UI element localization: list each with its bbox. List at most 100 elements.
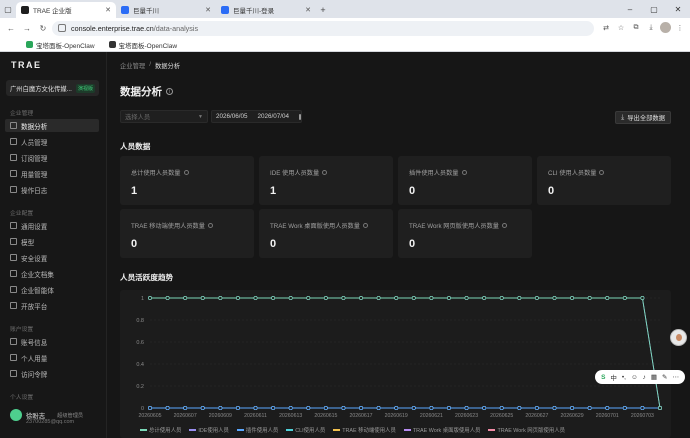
info-icon[interactable]	[183, 170, 189, 175]
data-point	[253, 406, 258, 410]
section-label: 账户设置	[10, 327, 34, 333]
ime-mic-icon[interactable]: ♪	[643, 374, 646, 381]
data-point	[306, 406, 311, 410]
ime-punct-icon[interactable]: •,	[622, 374, 626, 381]
ime-logo-icon[interactable]: S	[601, 374, 605, 381]
info-icon[interactable]	[207, 223, 213, 228]
browser-tab[interactable]: TRAE 企业版 ✕	[16, 2, 116, 18]
sidebar-item-docs[interactable]: 企业文档集	[5, 267, 99, 280]
data-point	[622, 296, 627, 300]
url-field[interactable]: console.enterprise.trae.cn/data-analysis	[52, 20, 594, 36]
extensions-icon[interactable]: ⧉	[630, 22, 642, 34]
sidebar-item-subscription[interactable]: 订阅管理	[5, 151, 99, 164]
legend-item[interactable]: CLI使用人员	[286, 426, 325, 434]
plan-badge: 演视版	[75, 83, 95, 93]
x-tick-label: 20260619	[385, 413, 408, 419]
site-info-icon[interactable]	[58, 24, 66, 32]
data-point	[323, 296, 328, 300]
data-point	[587, 296, 592, 300]
info-icon[interactable]	[599, 170, 605, 175]
legend-label: 插件使用人员	[245, 428, 279, 434]
close-window-icon[interactable]: ✕	[666, 0, 690, 18]
profile-avatar[interactable]	[660, 22, 671, 33]
sidebar-item-members[interactable]: 人员管理	[5, 135, 99, 148]
member-select[interactable]: 选择人员 ▼	[120, 110, 208, 123]
sidebar-item-access-token[interactable]: 访问令牌	[5, 367, 99, 380]
org-switcher[interactable]: 广州白魔方文化传媒... 演视版	[6, 80, 99, 96]
bookmark-item[interactable]: 宝塔面板-OpenClaw	[26, 40, 95, 50]
sidebar-item-account[interactable]: 账号信息	[5, 335, 99, 348]
new-tab-button[interactable]: +	[316, 2, 330, 18]
sidebar-item-general-settings[interactable]: 通用设置	[5, 219, 99, 232]
stat-value: 0	[548, 185, 555, 197]
sidebar-item-model[interactable]: 模型	[5, 235, 99, 248]
browser-tab[interactable]: 巨量千川 ✕	[116, 2, 216, 18]
legend-item[interactable]: TRAE 移动端使用人员	[333, 426, 396, 434]
x-tick-label: 20260613	[279, 413, 302, 419]
ime-mode[interactable]: 中	[610, 372, 617, 382]
minimize-icon[interactable]: –	[618, 0, 642, 18]
info-icon[interactable]	[362, 223, 368, 228]
reload-icon[interactable]: ↻	[36, 21, 50, 35]
data-point	[534, 406, 539, 410]
tab-search-icon[interactable]: ▢	[0, 0, 16, 18]
ime-keyboard-icon[interactable]: ▦	[651, 373, 657, 381]
close-tab-icon[interactable]: ✕	[205, 6, 211, 14]
stat-label: IDE 使用人员数量	[270, 168, 382, 177]
data-point	[165, 406, 170, 410]
log-icon	[10, 186, 17, 193]
bookmark-star-icon[interactable]: ☆	[615, 22, 627, 34]
download-icon[interactable]: ⤓	[645, 22, 657, 34]
sidebar-item-logs[interactable]: 操作日志	[5, 183, 99, 196]
trae-logo[interactable]: TRAE	[11, 60, 42, 70]
menu-icon[interactable]: ⋮	[674, 22, 686, 34]
download-icon: ⤓	[621, 113, 625, 121]
sidebar-item-usage[interactable]: 用量管理	[5, 167, 99, 180]
url-host: console.enterprise.trae.cn	[71, 23, 154, 33]
section-label: 企业管理	[10, 111, 34, 117]
legend-item[interactable]: TRAE Work 桌面版使用人员	[403, 426, 480, 434]
stat-card: 总计使用人员数量 1	[120, 156, 254, 205]
stat-label-text: 总计使用人员数量	[131, 170, 181, 177]
floating-assistant-avatar[interactable]	[670, 329, 687, 346]
ime-emoji-icon[interactable]: ☺	[631, 374, 638, 381]
legend-item[interactable]: 总计使用人员	[140, 426, 181, 434]
info-icon[interactable]: i	[166, 88, 173, 95]
info-icon[interactable]	[501, 223, 507, 228]
bookmark-item[interactable]: 宝塔面板-OpenClaw	[108, 40, 177, 50]
browser-tab[interactable]: 巨量千川-登录 ✕	[216, 2, 316, 18]
translate-icon[interactable]: ⇄	[600, 22, 612, 34]
info-icon[interactable]	[322, 170, 328, 175]
user-profile[interactable]: 徐盼志 超级管理员 23700285@qq.com	[10, 409, 83, 425]
sidebar-item-security[interactable]: 安全设置	[5, 251, 99, 264]
breadcrumb-separator: /	[149, 61, 151, 68]
browser-toolbar: ⇄ ☆ ⧉ ⤓ ⋮	[600, 22, 686, 34]
legend-item[interactable]: TRAE Work 网页版使用人员	[488, 426, 565, 434]
breadcrumb-item[interactable]: 企业管理	[120, 61, 145, 70]
info-icon[interactable]	[461, 170, 467, 175]
close-tab-icon[interactable]: ✕	[105, 6, 111, 14]
sidebar-item-data-analysis[interactable]: 数据分析	[5, 119, 99, 132]
data-point	[235, 296, 240, 300]
date-range-picker[interactable]: 2026/06/05 2026/07/04	[211, 110, 302, 123]
docs-icon	[10, 270, 17, 277]
date-end: 2026/07/04	[257, 113, 290, 120]
sidebar-item-open-platform[interactable]: 开放平台	[5, 299, 99, 312]
back-icon[interactable]: ←	[4, 21, 18, 35]
maximize-icon[interactable]: ▢	[642, 0, 666, 18]
data-point	[271, 296, 276, 300]
data-point	[165, 296, 170, 300]
legend-item[interactable]: 插件使用人员	[236, 426, 279, 434]
forward-icon[interactable]: →	[20, 21, 34, 35]
sidebar-item-personal-usage[interactable]: 个人用量	[5, 351, 99, 364]
x-tick-label: 20260607	[174, 413, 197, 419]
sidebar-item-agents[interactable]: 企业智能体	[5, 283, 99, 296]
ime-tools-icon[interactable]: ✎	[662, 373, 667, 381]
qianchuan-favicon-icon	[121, 6, 129, 14]
export-all-button[interactable]: ⤓ 导出全部数据	[615, 111, 671, 124]
data-point	[200, 406, 205, 410]
ime-menu-icon[interactable]: ⋯	[673, 373, 680, 381]
data-point	[288, 296, 293, 300]
close-tab-icon[interactable]: ✕	[305, 6, 311, 14]
legend-item[interactable]: IDE使用人员	[189, 426, 229, 434]
